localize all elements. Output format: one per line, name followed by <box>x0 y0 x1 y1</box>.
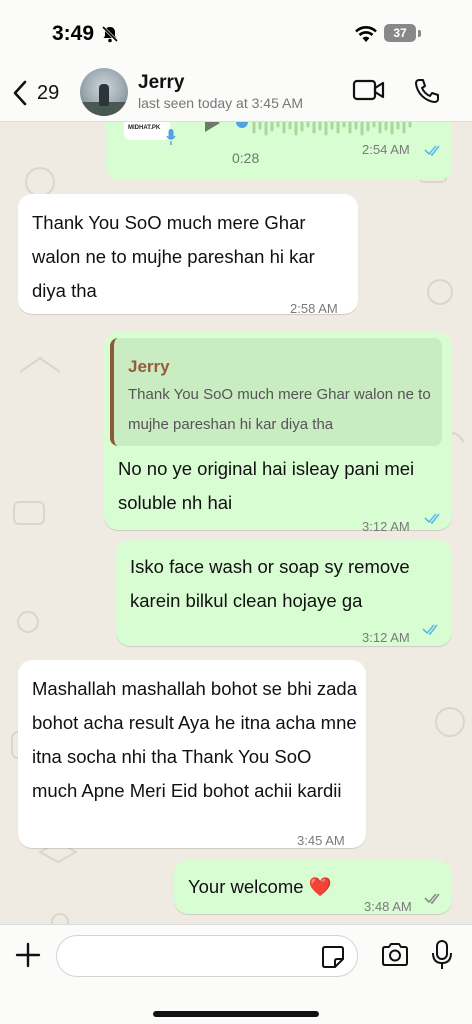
mic-icon <box>166 129 176 145</box>
back-count[interactable]: 29 <box>37 82 59 105</box>
outgoing-message-bubble[interactable]: Jerry Thank You SoO much mere Ghar walon… <box>104 332 452 534</box>
incoming-message-bubble[interactable]: Thank You SoO much mere Ghar walon ne to… <box>18 194 358 316</box>
composer-bar <box>0 924 472 1024</box>
quoted-reply[interactable]: Jerry Thank You SoO much mere Ghar walon… <box>110 338 442 446</box>
last-seen-status: last seen today at 3:45 AM <box>138 95 303 111</box>
sticker-icon[interactable] <box>321 945 345 969</box>
back-chevron-icon[interactable] <box>12 80 28 106</box>
message-time: 3:12 AM <box>362 519 410 534</box>
chat-area[interactable]: MIDHAT.PK 0:28 2:54 AM Thank You SoO muc… <box>0 122 472 924</box>
home-indicator <box>153 1011 319 1017</box>
voice-note-duration: 0:28 <box>232 150 260 166</box>
phone-call-icon[interactable] <box>413 77 441 105</box>
microphone-icon[interactable] <box>431 939 453 971</box>
wifi-icon <box>355 26 377 42</box>
message-time: 3:45 AM <box>297 833 345 848</box>
message-time: 2:58 AM <box>290 301 338 316</box>
message-time: 2:54 AM <box>362 142 410 157</box>
message-text: Mashallah mashallah bohot se bhi zada bo… <box>32 678 357 801</box>
read-ticks-icon <box>424 145 440 156</box>
avatar-figure <box>99 84 109 106</box>
quoted-reply-author: Jerry <box>128 357 170 376</box>
chat-header: 29 Jerry last seen today at 3:45 AM <box>0 64 472 122</box>
voice-note-thumb-text: MIDHAT.PK <box>128 125 161 131</box>
quoted-reply-text: Thank You SoO much mere Ghar walon ne to… <box>128 386 431 433</box>
incoming-message-bubble[interactable]: Mashallah mashallah bohot se bhi zada bo… <box>18 660 366 848</box>
status-time: 3:49 <box>52 22 95 45</box>
outgoing-message-bubble[interactable]: Your welcome ❤️ 3:48 AM <box>174 860 452 914</box>
avatar[interactable] <box>80 68 128 116</box>
battery-nub <box>418 30 421 37</box>
voice-note-bubble[interactable]: MIDHAT.PK 0:28 2:54 AM <box>106 122 452 180</box>
message-input[interactable] <box>56 935 358 977</box>
camera-icon[interactable] <box>380 942 410 968</box>
bell-off-icon <box>101 25 119 43</box>
read-ticks-icon <box>422 624 438 635</box>
delivered-ticks-icon <box>424 893 440 904</box>
status-bar: 3:49 37 <box>0 0 472 64</box>
waveform[interactable] <box>236 122 436 140</box>
voice-note-thumbnail: MIDHAT.PK <box>124 122 170 140</box>
play-icon[interactable] <box>202 122 222 140</box>
message-time: 3:12 AM <box>362 630 410 645</box>
message-text: Your welcome ❤️ <box>188 876 332 897</box>
plus-icon[interactable] <box>14 941 42 969</box>
message-text: Isko face wash or soap sy remove karein … <box>130 556 410 611</box>
contact-name[interactable]: Jerry <box>138 72 185 94</box>
outgoing-message-bubble[interactable]: Isko face wash or soap sy remove karein … <box>116 540 452 646</box>
video-call-icon[interactable] <box>352 78 386 102</box>
message-time: 3:48 AM <box>364 899 412 914</box>
battery-indicator: 37 <box>384 24 416 42</box>
read-ticks-icon <box>424 513 440 524</box>
